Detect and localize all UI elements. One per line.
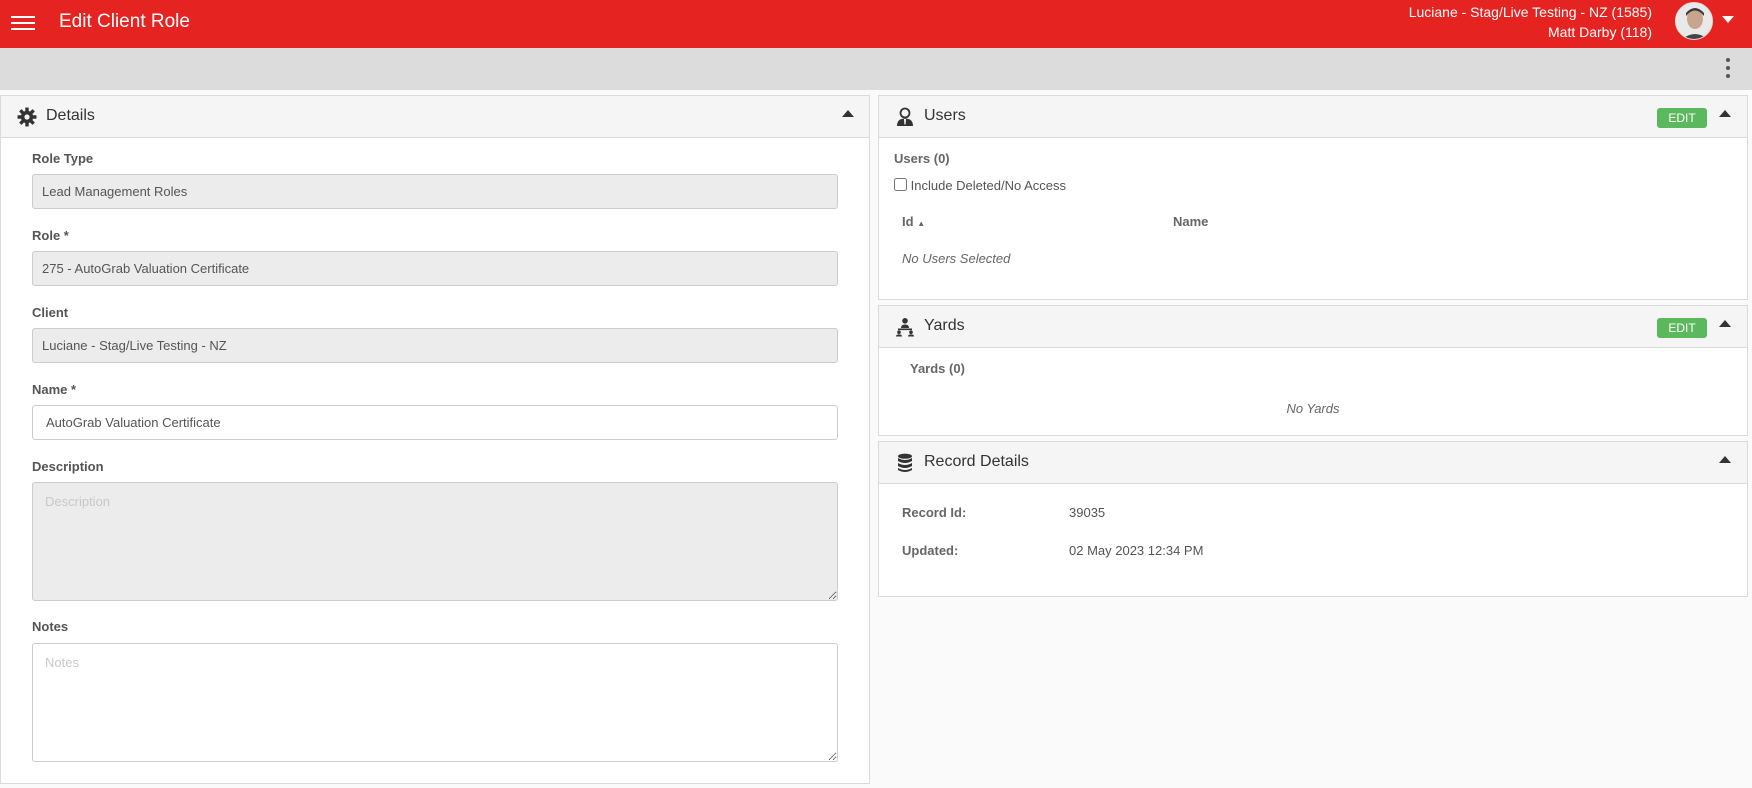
collapse-icon[interactable]: [1719, 456, 1731, 463]
details-title: Details: [46, 107, 95, 124]
record-details-panel: Record Details Record Id: 39035 Updated:…: [878, 441, 1748, 597]
name-field[interactable]: AutoGrab Valuation Certificate: [32, 405, 838, 440]
updated-value: 02 May 2023 12:34 PM: [1069, 543, 1204, 558]
chevron-down-icon[interactable]: [1722, 12, 1734, 27]
role-label: Role *: [32, 228, 69, 243]
gear-icon: [17, 107, 37, 127]
users-count: Users (0): [894, 151, 950, 166]
client-field: Luciane - Stag/Live Testing - NZ: [32, 328, 838, 363]
more-vert-icon[interactable]: [1724, 55, 1732, 81]
yards-panel-header[interactable]: Yards EDIT: [879, 306, 1747, 348]
record-details-title: Record Details: [924, 453, 1029, 470]
users-edit-button[interactable]: EDIT: [1657, 108, 1707, 128]
column-header-name[interactable]: Name: [1173, 214, 1208, 229]
yards-title: Yards: [924, 317, 965, 334]
include-deleted-toggle[interactable]: Include Deleted/No Access: [894, 178, 1066, 193]
toolbar: [0, 48, 1752, 90]
user-info[interactable]: Luciane - Stag/Live Testing - NZ (1585) …: [1409, 2, 1652, 42]
user-line: Matt Darby (118): [1548, 24, 1652, 40]
yards-count: Yards (0): [910, 361, 965, 376]
users-empty-message: No Users Selected: [902, 251, 1011, 266]
yards-edit-button[interactable]: EDIT: [1657, 318, 1707, 338]
client-line: Luciane - Stag/Live Testing - NZ (1585): [1408, 4, 1652, 20]
description-label: Description: [32, 459, 104, 474]
database-icon: [896, 453, 916, 473]
network-icon: [895, 317, 915, 337]
avatar[interactable]: [1675, 2, 1713, 40]
record-id-value: 39035: [1069, 505, 1106, 520]
users-panel: Users EDIT Users (0) Include Deleted/No …: [878, 95, 1748, 300]
include-deleted-checkbox[interactable]: [894, 178, 907, 191]
collapse-icon[interactable]: [1719, 110, 1731, 117]
role-type-field: Lead Management Roles: [32, 174, 838, 209]
menu-icon[interactable]: [11, 12, 35, 34]
users-title: Users: [924, 107, 966, 124]
column-header-id-label: Id: [902, 214, 914, 229]
name-label: Name *: [32, 382, 77, 397]
page-title: Edit Client Role: [59, 11, 190, 32]
collapse-icon[interactable]: [842, 110, 854, 117]
details-panel: Details Role Type Lead Management Roles …: [0, 95, 870, 784]
yards-panel: Yards EDIT Yards (0) No Yards: [878, 305, 1748, 436]
client-label: Client: [32, 305, 69, 320]
user-tie-icon: [895, 107, 915, 127]
record-panel-header[interactable]: Record Details: [879, 442, 1747, 484]
yards-empty-message: No Yards: [1286, 401, 1340, 416]
column-header-id[interactable]: Id ▲: [902, 214, 925, 229]
record-id-label: Record Id:: [902, 505, 967, 520]
top-bar: Edit Client Role Luciane - Stag/Live Tes…: [0, 0, 1752, 48]
details-panel-header[interactable]: Details: [1, 96, 869, 138]
description-field[interactable]: [32, 482, 838, 601]
collapse-icon[interactable]: [1719, 320, 1731, 327]
notes-label: Notes: [32, 619, 69, 634]
updated-label: Updated:: [902, 543, 959, 558]
role-field: 275 - AutoGrab Valuation Certificate: [32, 251, 838, 286]
include-deleted-label: Include Deleted/No Access: [910, 178, 1066, 193]
user-avatar-icon: [1676, 3, 1712, 39]
role-type-label: Role Type: [32, 151, 94, 166]
notes-field[interactable]: [32, 643, 838, 762]
users-panel-header[interactable]: Users EDIT: [879, 96, 1747, 138]
sort-asc-icon: ▲: [917, 219, 926, 228]
